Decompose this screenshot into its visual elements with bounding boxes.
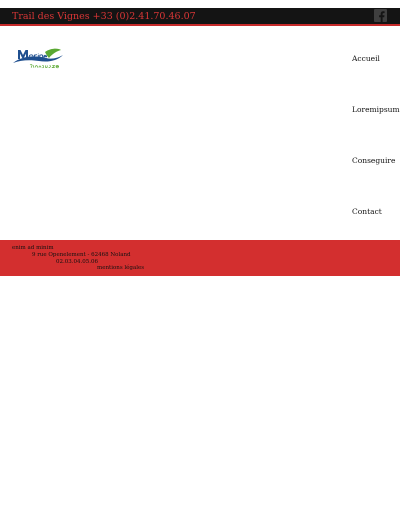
footer-address: 9 rue Openelement - 62468 Noland — [32, 252, 131, 258]
legal-notice-link[interactable]: mentions légales — [97, 265, 144, 272]
footer-phone: 02.03.04.05.06 — [56, 259, 98, 265]
top-bar: Trail des Vignes +33 (0)2.41.70.46.07 — [0, 8, 400, 26]
nav-item-accueil[interactable]: Accueil — [352, 54, 380, 64]
footer-name: enim ad minim — [12, 245, 54, 251]
nav-item-conseguire[interactable]: Conseguire — [352, 156, 395, 166]
nav-item-loremipsum[interactable]: Loremipsum — [352, 105, 400, 115]
nav-item-contact[interactable]: Contact — [352, 207, 382, 217]
site-logo[interactable] — [12, 46, 64, 70]
main-nav: Accueil Loremipsum Conseguire Contact — [352, 0, 400, 240]
logo-graphic — [13, 48, 63, 69]
footer: enim ad minim 9 rue Openelement - 62468 … — [0, 240, 400, 276]
header-tagline: Trail des Vignes +33 (0)2.41.70.46.07 — [12, 11, 196, 22]
